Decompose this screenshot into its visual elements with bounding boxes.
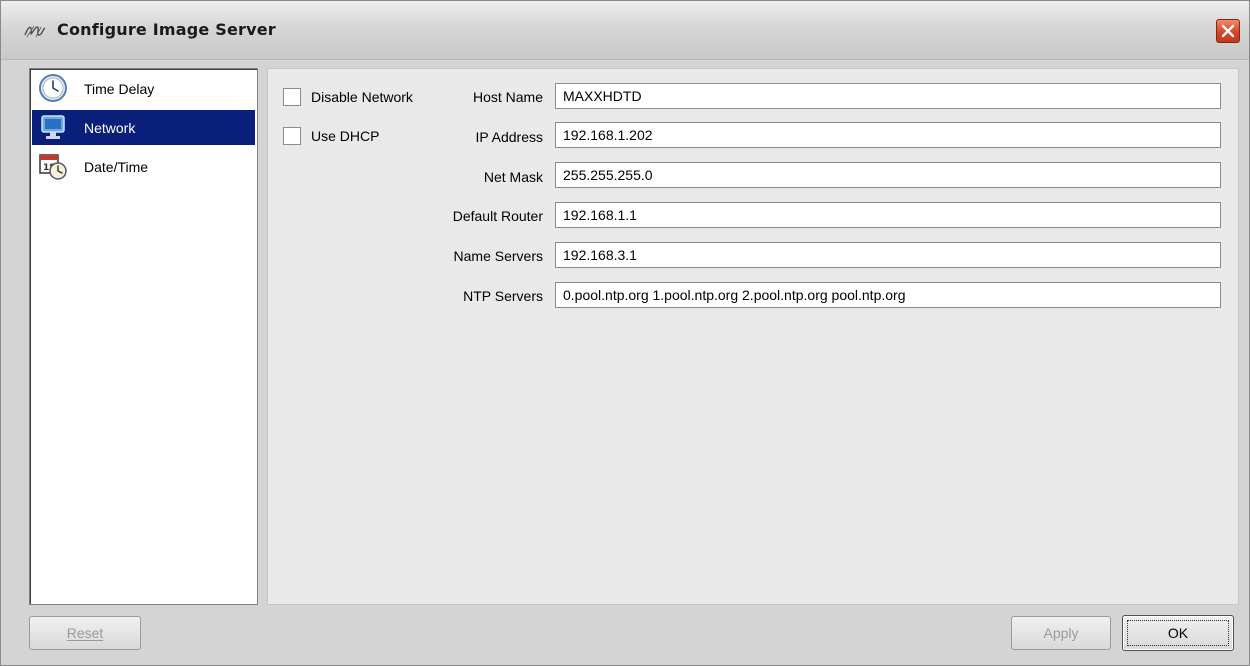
sidebar-item-network[interactable]: Network [32,110,255,145]
sidebar-item-label: Date/Time [84,159,149,175]
ip-address-label: IP Address [475,129,543,145]
reset-button-label: Reset [66,625,104,641]
close-button[interactable] [1216,19,1240,43]
focus-ring [1127,620,1229,646]
ip-address-field[interactable]: 192.168.1.202 [555,122,1221,148]
configure-image-server-dialog: Configure Image Server Time Delay Networ… [0,0,1250,666]
host-name-label: Host Name [472,89,543,105]
network-settings-panel: Disable Network Use DHCP [267,68,1239,605]
sidebar-item-time-delay[interactable]: Time Delay [32,71,255,106]
name-servers-field[interactable]: 192.168.3.1 [555,242,1221,268]
app-logo-icon [24,25,46,38]
ok-button[interactable]: OK [1122,615,1234,651]
name-servers-label: Name Servers [453,248,543,264]
apply-button-label: Apply [1043,625,1079,641]
use-dhcp-checkbox[interactable] [283,127,301,145]
ntp-servers-label: NTP Servers [463,288,543,304]
apply-button[interactable]: Apply [1011,616,1111,650]
sidebar-item-label: Network [84,120,136,136]
ntp-servers-field[interactable]: 0.pool.ntp.org 1.pool.ntp.org 2.pool.ntp… [555,282,1221,308]
host-name-field[interactable]: MAXXHDTD [555,83,1221,109]
monitor-icon [41,115,65,139]
close-icon [1221,24,1235,38]
title-bar[interactable]: Configure Image Server [1,1,1249,60]
default-router-field[interactable]: 192.168.1.1 [555,202,1221,228]
net-mask-field[interactable]: 255.255.255.0 [555,162,1221,188]
sidebar-item-label: Time Delay [84,81,155,97]
default-router-label: Default Router [452,208,543,224]
disable-network-checkbox[interactable] [283,88,301,106]
window-title: Configure Image Server [57,20,276,39]
calendar-clock-icon: 18 [39,154,67,180]
net-mask-label: Net Mask [483,169,543,185]
clock-icon [39,74,67,102]
settings-category-list: Time Delay Network 18 Date/Time [29,68,258,605]
reset-button[interactable]: Reset [29,616,141,650]
sidebar-item-date-time[interactable]: 18 Date/Time [32,149,255,184]
